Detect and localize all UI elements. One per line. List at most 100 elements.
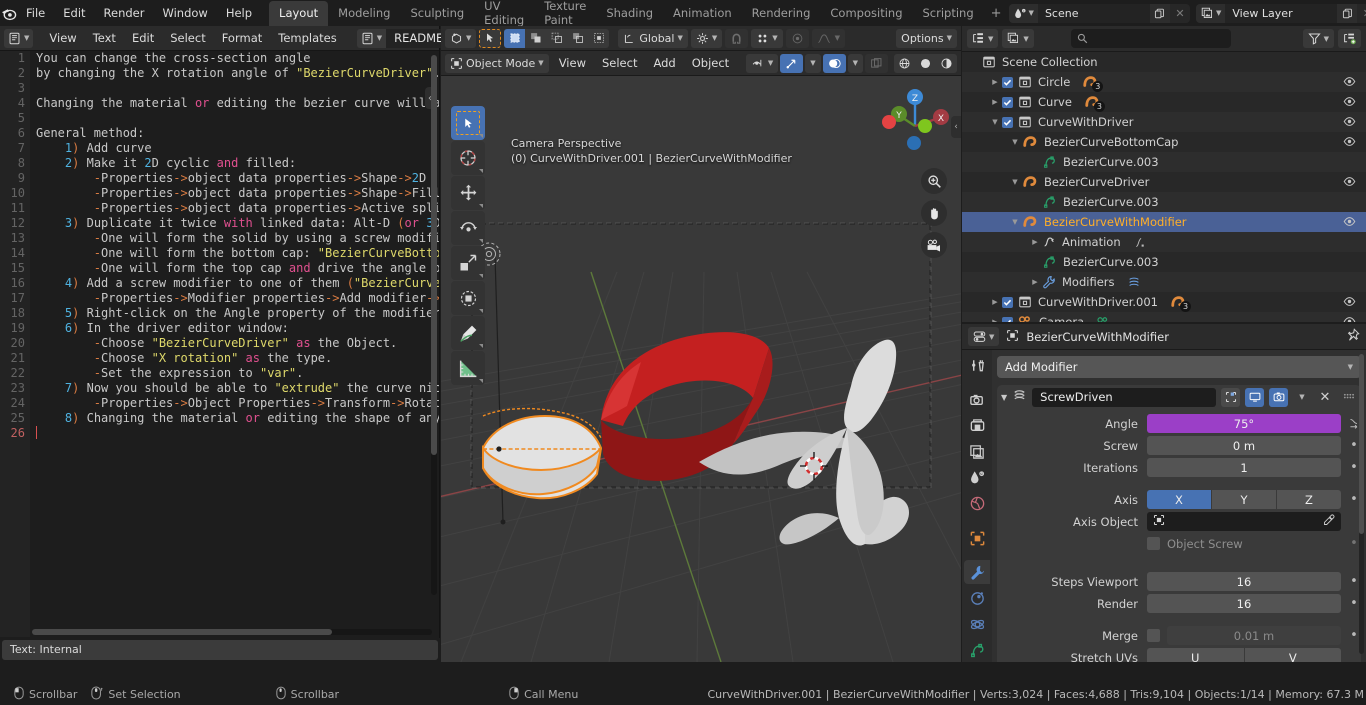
remove-view-layer-button[interactable]: ✕ <box>1357 3 1366 23</box>
transform-orientation-dropdown[interactable]: Global ▼ <box>618 28 688 48</box>
text-datablock-icon[interactable]: ▼ <box>356 28 387 48</box>
pin-icon[interactable] <box>1346 328 1360 345</box>
triangle-down-icon[interactable]: ▼ <box>1001 393 1007 402</box>
code-line[interactable]: 20 -Choose "BezierCurveDriver" as the Ob… <box>0 336 439 351</box>
disclosure-down-icon[interactable]: ▼ <box>1008 178 1022 186</box>
outliner-exclude-checkbox[interactable] <box>1002 316 1013 322</box>
new-view-layer-button[interactable] <box>1337 3 1358 23</box>
code-line[interactable]: 7 1) Add curve <box>0 141 439 156</box>
magnet-icon[interactable] <box>725 28 749 48</box>
stretch-uvs-option-v[interactable]: V <box>1244 648 1341 662</box>
new-collection-icon[interactable] <box>1338 29 1361 48</box>
properties-tab-view-layer[interactable] <box>964 440 990 464</box>
workspace-tab-scripting[interactable]: Scripting <box>913 1 984 26</box>
outliner-exclude-checkbox[interactable] <box>1002 116 1013 128</box>
code-line[interactable]: 17 -Properties->Modifier properties->Add… <box>0 291 439 306</box>
outliner-row[interactable]: ▼ CurveWithDriver <box>962 112 1366 132</box>
properties-editor-type-button[interactable]: ▼ <box>968 327 1000 346</box>
hand-icon[interactable] <box>921 200 947 226</box>
text-menu-format[interactable]: Format <box>214 28 271 48</box>
code-line[interactable]: 2 by changing the X rotation angle of "Be… <box>0 66 439 81</box>
measure-tool[interactable] <box>451 351 485 385</box>
outliner-row[interactable]: Scene Collection <box>962 52 1366 72</box>
overlays-dropdown[interactable]: ▼ <box>847 53 863 73</box>
properties-tab-world[interactable] <box>964 492 990 516</box>
interaction-mode-dropdown[interactable]: Object Mode ▼ <box>445 53 549 73</box>
menu-edit[interactable]: Edit <box>54 3 94 23</box>
outliner-exclude-checkbox[interactable] <box>1002 96 1013 108</box>
outliner-row[interactable]: ▶ Circle 3 <box>962 72 1366 92</box>
stretch-uvs-segmented-control[interactable]: U V <box>1147 648 1341 662</box>
overlays-toggle[interactable] <box>822 53 846 73</box>
eye-icon[interactable] <box>1343 315 1356 322</box>
viewport-options-dropdown[interactable]: Options ▼ <box>896 28 957 48</box>
text-menu-text[interactable]: Text <box>85 28 124 48</box>
angle-field[interactable]: 75° <box>1147 414 1341 433</box>
axis-option-y[interactable]: Y <box>1212 490 1276 509</box>
disclosure-right-icon[interactable]: ▶ <box>1028 278 1042 286</box>
text-editor-body[interactable]: 1 You can change the cross-section angle 2… <box>0 51 439 637</box>
xray-toggle[interactable] <box>865 53 888 73</box>
merge-checkbox[interactable] <box>1147 629 1160 642</box>
eyedropper-icon[interactable] <box>1323 514 1335 529</box>
text-menu-select[interactable]: Select <box>162 28 213 48</box>
workspace-tab-rendering[interactable]: Rendering <box>742 1 821 26</box>
select-set-icon[interactable] <box>504 28 526 48</box>
text-vertical-scrollbar[interactable] <box>431 55 437 595</box>
render-field[interactable]: 16 <box>1147 594 1341 613</box>
eye-icon[interactable] <box>1343 295 1356 311</box>
cursor-tool[interactable] <box>451 141 485 175</box>
outliner-row[interactable]: ▶ Modifiers <box>962 272 1366 292</box>
funnel-icon[interactable]: ▼ <box>1302 29 1334 48</box>
tweak-select-tool[interactable] <box>451 106 485 140</box>
eye-icon[interactable] <box>1343 135 1356 151</box>
text-menu-view[interactable]: View <box>41 28 84 48</box>
view-layer-selector[interactable]: ▼ View Layer ✕ <box>1195 3 1366 23</box>
viewport-menu-add[interactable]: Add <box>645 53 683 73</box>
code-line[interactable]: 11 -Properties->object data properties->… <box>0 201 439 216</box>
outliner-row[interactable]: ▶ CurveWithDriver.001 3 <box>962 292 1366 312</box>
viewport-menu-object[interactable]: Object <box>684 53 737 73</box>
scene-name[interactable]: Scene <box>1038 4 1150 23</box>
modifier-name-field[interactable]: ScrewDriven <box>1032 387 1216 407</box>
select-invert-icon[interactable] <box>567 28 589 48</box>
code-line[interactable]: 21 -Choose "X rotation" as the type. <box>0 351 439 366</box>
code-line[interactable]: 23 7) Now you should be able to "extrude… <box>0 381 439 396</box>
scene-selector[interactable]: ▼ Scene ✕ <box>1008 3 1190 23</box>
workspace-tab-compositing[interactable]: Compositing <box>820 1 912 26</box>
outliner-row[interactable]: BezierCurve.003 <box>962 252 1366 272</box>
workspace-tab-sculpting[interactable]: Sculpting <box>400 1 474 26</box>
select-intersect-icon[interactable] <box>588 28 610 48</box>
disclosure-right-icon[interactable]: ▶ <box>988 298 1002 306</box>
code-line[interactable]: 13 -One will form the solid by using a s… <box>0 231 439 246</box>
view-layer-icon[interactable]: ▼ <box>1195 3 1226 23</box>
code-line[interactable]: 9 -Properties->object data properties->S… <box>0 171 439 186</box>
visibility-dropdown[interactable]: ▼ <box>745 53 779 73</box>
disclosure-down-icon[interactable]: ▼ <box>988 118 1002 126</box>
scale-tool[interactable] <box>451 246 485 280</box>
eye-icon[interactable] <box>1343 175 1356 191</box>
properties-tab-tool[interactable] <box>964 354 990 378</box>
unlink-scene-button[interactable]: ✕ <box>1169 3 1190 23</box>
falloff-curve-dropdown[interactable]: ▼ <box>811 28 846 48</box>
render-display-toggle[interactable] <box>1269 387 1288 407</box>
code-line[interactable]: 25 8) Changing the material or editing t… <box>0 411 439 426</box>
code-line[interactable]: 6 General method: <box>0 126 439 141</box>
proportional-editing-icon[interactable] <box>785 28 809 48</box>
disclosure-right-icon[interactable]: ▶ <box>988 318 1002 322</box>
code-line[interactable]: 4 Changing the material or editing the be… <box>0 96 439 111</box>
properties-tab-physics[interactable] <box>964 612 990 636</box>
shading-wireframe-icon[interactable] <box>894 53 915 73</box>
outliner-tree[interactable]: Scene Collection ▶ Circle 3 ▶ Curve 3 ▼ CurveWit… <box>962 52 1366 322</box>
code-line[interactable]: 24 -Properties->Object Properties->Trans… <box>0 396 439 411</box>
code-line[interactable]: 19 6) In the driver editor window: <box>0 321 439 336</box>
menu-file[interactable]: File <box>17 3 54 23</box>
eye-icon[interactable] <box>1343 75 1356 91</box>
code-line[interactable]: 16 4) Add a screw modifier to one of the… <box>0 276 439 291</box>
workspace-tab-layout[interactable]: Layout <box>269 0 329 26</box>
code-content[interactable]: 1 You can change the cross-section angle 2… <box>0 51 439 441</box>
snap-toggle-dropdown[interactable]: ▼ <box>751 28 783 48</box>
code-line[interactable]: 12 3) Duplicate it twice with linked dat… <box>0 216 439 231</box>
modifier-drag-handle[interactable] <box>1339 392 1357 403</box>
outliner-exclude-checkbox[interactable] <box>1002 296 1013 308</box>
